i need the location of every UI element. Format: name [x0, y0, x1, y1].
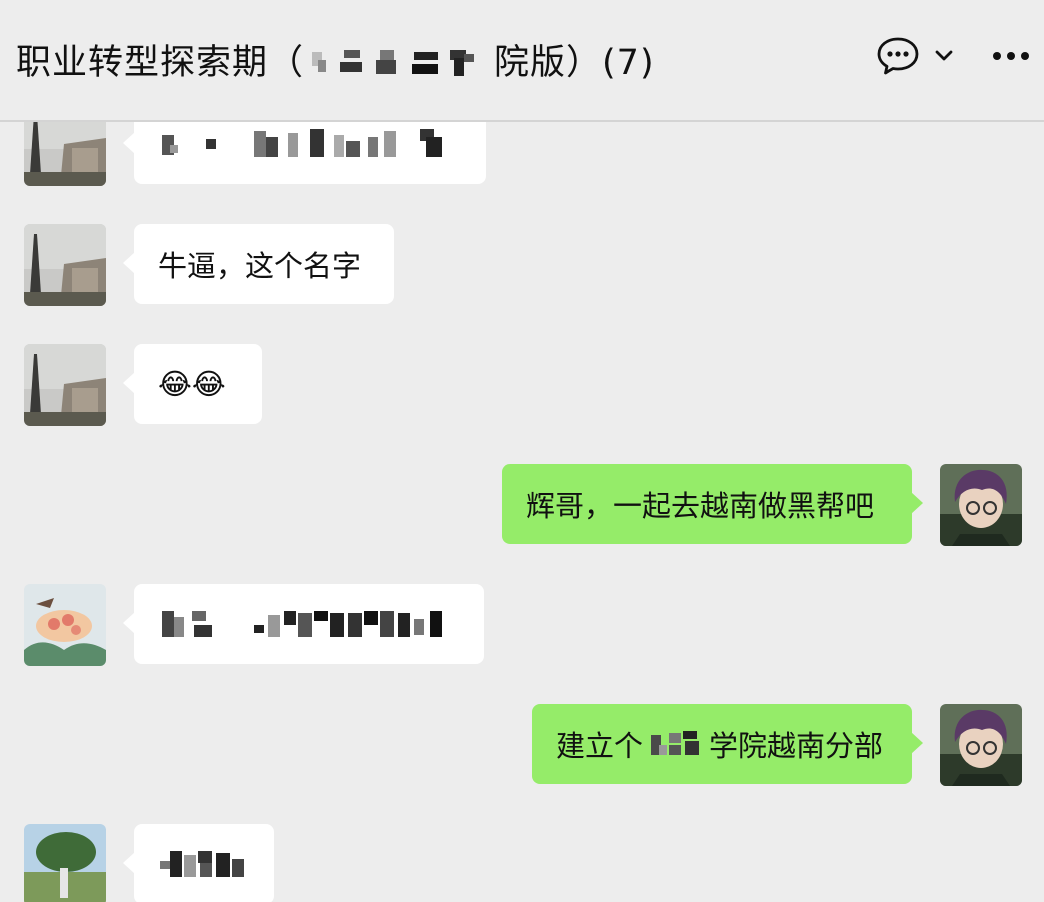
redacted-message-segment [651, 731, 700, 755]
redacted-title-segment [304, 46, 494, 80]
redacted-message-text [160, 851, 244, 877]
chat-bubble-icon[interactable] [876, 36, 920, 76]
message-bubble-outgoing[interactable]: 辉哥，一起去越南做黑帮吧 [502, 464, 923, 544]
message-text-suffix: 学院越南分部 [709, 729, 884, 763]
avatar-painting[interactable] [24, 584, 106, 666]
avatar-eiffel[interactable] [24, 224, 106, 306]
chat-title-prefix: 职业转型探索期（ [16, 43, 305, 83]
message-text: 辉哥，一起去越南做黑帮吧 [526, 489, 875, 523]
avatar-landscape[interactable] [24, 824, 106, 902]
message-bubble-incoming[interactable] [123, 824, 274, 902]
message-bubble-incoming[interactable]: 😂😂 [123, 344, 262, 424]
avatar-eiffel[interactable] [24, 122, 106, 186]
message-bubble-incoming[interactable] [123, 584, 484, 664]
redacted-message-text [162, 611, 442, 637]
message-text: 牛逼，这个名字 [158, 249, 362, 283]
chat-header: 职业转型探索期（ 院版）(7) [0, 0, 1044, 122]
emoji-message: 😂😂 [158, 367, 226, 401]
chevron-down-icon[interactable] [934, 49, 954, 63]
more-icon[interactable] [992, 50, 1030, 62]
chat-title-suffix: 院版）(7) [494, 43, 655, 83]
chat-title[interactable]: 职业转型探索期（ 院版）(7) [16, 34, 655, 85]
message-list[interactable]: 牛逼，这个名字 😂😂 辉哥，一起去越南做黑帮吧 建立个 学院越南分部 [0, 122, 1044, 902]
redacted-message-text [162, 129, 442, 157]
message-bubble-incoming[interactable] [123, 122, 486, 184]
message-text-prefix: 建立个 [556, 729, 644, 763]
message-bubble-outgoing[interactable]: 建立个 学院越南分部 [532, 704, 923, 784]
avatar-self[interactable] [940, 704, 1022, 786]
avatar-self[interactable] [940, 464, 1022, 546]
message-bubble-incoming[interactable]: 牛逼，这个名字 [123, 224, 394, 304]
avatar-eiffel[interactable] [24, 344, 106, 426]
